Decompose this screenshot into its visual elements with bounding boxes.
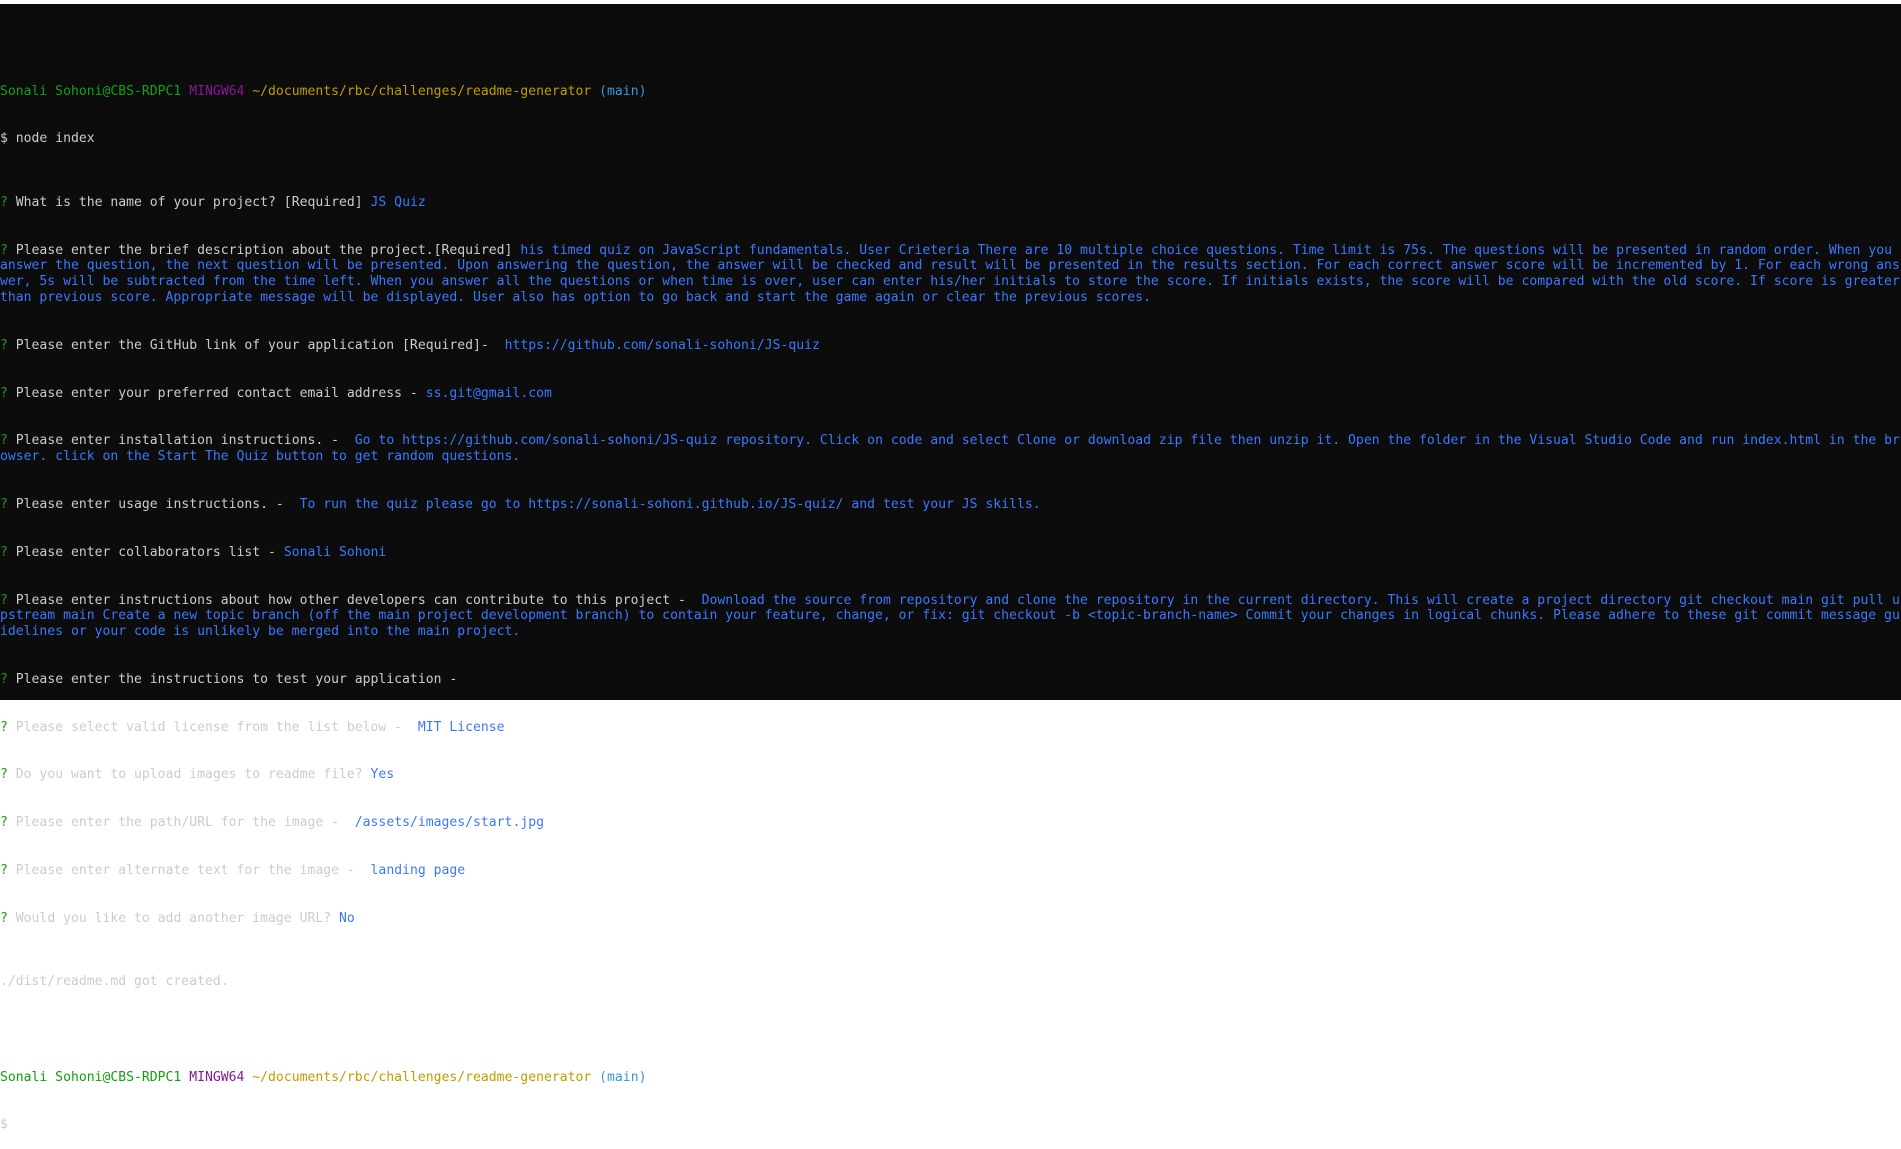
qa-line: ? Please select valid license from the l… xyxy=(0,720,1901,736)
qa-line: ? Please enter the brief description abo… xyxy=(0,243,1901,307)
question-text: Please enter your preferred contact emai… xyxy=(15,385,418,401)
question-mark-icon: ? xyxy=(0,338,8,354)
qa-line: ? Please enter usage instructions. - To … xyxy=(0,497,1901,513)
question-text: Please enter the GitHub link of your app… xyxy=(15,338,489,354)
command-line: $ node index xyxy=(0,131,1901,147)
question-mark-icon: ? xyxy=(0,910,8,926)
prompt-branch: (main) xyxy=(599,83,647,99)
terminal-window[interactable]: Sonali Sohoni@CBS-RDPC1 MINGW64 ~/docume… xyxy=(0,4,1901,1132)
question-text: Please enter the path/URL for the image … xyxy=(15,815,339,831)
prompt-user-host: Sonali Sohoni@CBS-RDPC1 xyxy=(0,1069,182,1085)
qa-line: ? Please enter the path/URL for the imag… xyxy=(0,815,1901,831)
command-text: node index xyxy=(15,131,95,147)
answer-text: Sonali Sohoni xyxy=(283,544,387,560)
qa-line: ? Please enter the GitHub link of your a… xyxy=(0,338,1901,354)
question-text: Please enter usage instructions. - xyxy=(15,497,284,513)
answer-text: https://github.com/sonali-sohoni/JS-quiz xyxy=(504,338,820,354)
prompt-path: ~/documents/rbc/challenges/readme-genera… xyxy=(252,83,592,99)
question-mark-icon: ? xyxy=(0,815,8,831)
question-text: Do you want to upload images to readme f… xyxy=(15,767,363,783)
shell-prompt-2: Sonali Sohoni@CBS-RDPC1 MINGW64 ~/docume… xyxy=(0,1070,1901,1086)
qa-line: ? Do you want to upload images to readme… xyxy=(0,767,1901,783)
question-mark-icon: ? xyxy=(0,433,8,449)
input-line[interactable]: $ xyxy=(0,1117,1901,1133)
answer-text: No xyxy=(339,910,355,926)
prompt-dollar: $ xyxy=(0,131,8,147)
qa-line: ? Would you like to add another image UR… xyxy=(0,911,1901,927)
prompt-path: ~/documents/rbc/challenges/readme-genera… xyxy=(252,1069,592,1085)
question-mark-icon: ? xyxy=(0,592,8,608)
question-mark-icon: ? xyxy=(0,194,8,210)
question-mark-icon: ? xyxy=(0,767,8,783)
answer-text: landing page xyxy=(370,862,466,878)
question-text: Please enter the brief description about… xyxy=(15,242,513,258)
question-text: What is the name of your project? [Requi… xyxy=(15,194,363,210)
question-text: Please enter collaborators list - xyxy=(15,544,276,560)
question-text: Please enter alternate text for the imag… xyxy=(15,862,355,878)
question-text: Please select valid license from the lis… xyxy=(15,719,403,735)
answer-text: ss.git@gmail.com xyxy=(425,385,552,401)
question-mark-icon: ? xyxy=(0,672,8,688)
prompt-shell: MINGW64 xyxy=(189,1069,245,1085)
question-mark-icon: ? xyxy=(0,719,8,735)
qa-line: ? Please enter the instructions to test … xyxy=(0,672,1901,688)
answer-text: /assets/images/start.jpg xyxy=(354,815,544,831)
qa-line: ? Please enter your preferred contact em… xyxy=(0,386,1901,402)
question-text: Please enter instructions about how othe… xyxy=(15,592,686,608)
answer-text: Yes xyxy=(370,767,395,783)
qa-line: ? Please enter installation instructions… xyxy=(0,433,1901,465)
prompt-dollar: $ xyxy=(0,1117,8,1133)
qa-line: ? Please enter instructions about how ot… xyxy=(0,593,1901,641)
answer-text: MIT License xyxy=(417,719,505,735)
question-text: Please enter installation instructions. … xyxy=(15,433,339,449)
question-text: Would you like to add another image URL? xyxy=(15,910,332,926)
question-mark-icon: ? xyxy=(0,242,8,258)
answer-text: JS Quiz xyxy=(370,194,426,210)
qa-line: ? Please enter alternate text for the im… xyxy=(0,863,1901,879)
prompt-shell: MINGW64 xyxy=(189,83,245,99)
qa-line: ? Please enter collaborators list - Sona… xyxy=(0,545,1901,561)
result-line: ./dist/readme.md got created. xyxy=(0,974,229,990)
question-mark-icon: ? xyxy=(0,544,8,560)
prompt-branch: (main) xyxy=(599,1069,647,1085)
shell-prompt-1: Sonali Sohoni@CBS-RDPC1 MINGW64 ~/docume… xyxy=(0,84,1901,100)
question-mark-icon: ? xyxy=(0,385,8,401)
answer-text: To run the quiz please go to https://son… xyxy=(299,497,1041,513)
question-mark-icon: ? xyxy=(0,862,8,878)
qa-line: ? What is the name of your project? [Req… xyxy=(0,195,1901,211)
question-text: Please enter the instructions to test yo… xyxy=(15,672,458,688)
question-mark-icon: ? xyxy=(0,497,8,513)
prompt-user-host: Sonali Sohoni@CBS-RDPC1 xyxy=(0,83,182,99)
